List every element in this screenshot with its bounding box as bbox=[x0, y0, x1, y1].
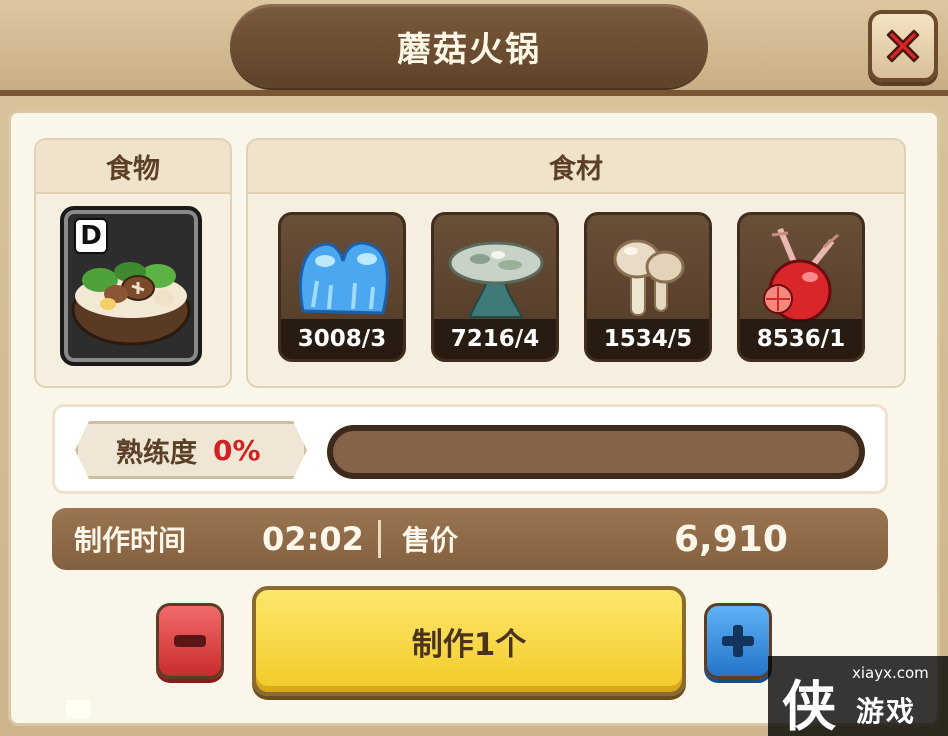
minus-icon bbox=[174, 635, 206, 647]
craft-time-label: 制作时间 bbox=[74, 524, 187, 557]
ingredient-count: 7216/4 bbox=[434, 319, 556, 359]
food-section: 食物 D bbox=[34, 138, 232, 388]
watermark-name: 游戏 bbox=[856, 695, 917, 728]
grade-badge: D bbox=[74, 218, 108, 254]
craft-time-value: 02:02 bbox=[262, 520, 364, 558]
ingredient-slot[interactable]: 3008/3 bbox=[278, 212, 406, 362]
food-card[interactable]: D bbox=[60, 206, 202, 366]
watermark: 侠 xiayx.com 游戏 bbox=[768, 656, 948, 736]
page-title: 蘑菇火锅 bbox=[397, 29, 541, 70]
brown-mushroom-icon bbox=[613, 239, 685, 316]
watermark-logo: 侠 bbox=[782, 674, 836, 736]
decrease-button[interactable] bbox=[156, 603, 224, 679]
watermark-url: xiayx.com bbox=[852, 664, 929, 682]
proficiency-bar bbox=[327, 425, 865, 479]
proficiency-label: 熟练度 bbox=[116, 437, 197, 469]
craft-button[interactable]: 制作1个 bbox=[252, 586, 686, 696]
ingredient-count: 8536/1 bbox=[740, 319, 862, 359]
pale-mushroom-icon bbox=[448, 241, 544, 318]
price-value: 6,910 bbox=[674, 518, 788, 560]
ingredient-slot[interactable]: 7216/4 bbox=[431, 212, 559, 362]
title-banner: 蘑菇火锅 bbox=[230, 4, 708, 88]
ingredient-count: 3008/3 bbox=[281, 319, 403, 359]
proficiency-row: 熟练度 0% bbox=[52, 404, 888, 494]
ingredients-section: 食材 3008/3 7216/4 1534/5 8536/1 bbox=[246, 138, 906, 388]
proficiency-tag: 熟练度 0% bbox=[75, 421, 307, 479]
close-button[interactable] bbox=[868, 10, 938, 82]
ingredient-slot[interactable]: 1534/5 bbox=[584, 212, 712, 362]
price-label: 售价 bbox=[402, 524, 459, 557]
proficiency-value: 0% bbox=[213, 433, 261, 467]
blue-jelly-icon bbox=[298, 241, 389, 315]
decor-square bbox=[66, 700, 90, 718]
info-row: 制作时间 02:02 售价 6,910 bbox=[52, 508, 888, 570]
close-icon bbox=[886, 29, 920, 63]
ingredient-slot[interactable]: 8536/1 bbox=[737, 212, 865, 362]
plus-icon bbox=[722, 625, 754, 657]
ingredients-section-title: 食材 bbox=[248, 140, 904, 194]
food-section-title: 食物 bbox=[36, 140, 230, 194]
ingredient-count: 1534/5 bbox=[587, 319, 709, 359]
red-berry-icon bbox=[763, 227, 839, 323]
divider bbox=[378, 520, 381, 558]
increase-button[interactable] bbox=[704, 603, 772, 679]
